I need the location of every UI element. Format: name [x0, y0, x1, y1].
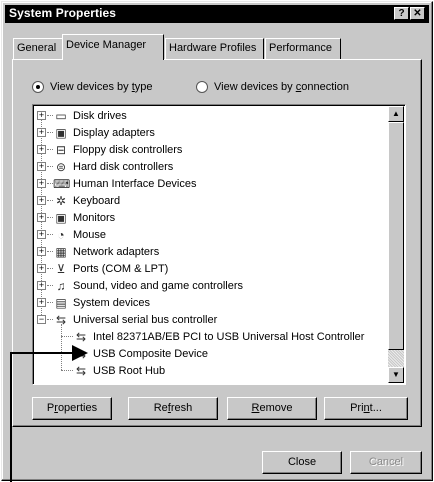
expand-toggle-icon[interactable]: +	[37, 281, 46, 290]
tab-performance-label: Performance	[269, 42, 332, 54]
disk-drive-icon: ▭	[55, 108, 67, 123]
expand-toggle-icon[interactable]: +	[37, 179, 46, 188]
tree-category-item[interactable]: ▣ Display adapters	[53, 124, 155, 141]
expand-toggle-icon[interactable]: +	[37, 196, 46, 205]
tree-category-label: Display adapters	[73, 126, 155, 139]
cancel-button[interactable]: Cancel	[350, 451, 422, 474]
tab-performance[interactable]: Performance	[265, 38, 341, 59]
tree-device-item[interactable]: ⇆ USB Root Hub	[73, 362, 165, 379]
tree-category-label: Disk drives	[73, 109, 127, 122]
title-bar[interactable]: System Properties ? ✕	[5, 5, 429, 23]
tree-category-label: System devices	[73, 296, 151, 309]
tree-scrollbar[interactable]: ▲ ▼	[388, 106, 404, 383]
tree-category-item[interactable]: ▤ System devices	[53, 294, 150, 311]
tree-category-item[interactable]: ⊜ Hard disk controllers	[53, 158, 173, 175]
radio-selected-indicator	[32, 81, 44, 93]
expand-toggle-icon[interactable]: +	[37, 162, 46, 171]
tree-category-label: Network adapters	[73, 245, 160, 258]
mouse-icon: ◔	[57, 227, 65, 242]
expand-toggle-icon[interactable]: −	[37, 315, 46, 324]
hid-icon: ⌨	[53, 176, 71, 191]
close-button[interactable]: Close	[262, 451, 342, 474]
view-by-type-label: View devices by type	[50, 81, 153, 93]
device-tree[interactable]: + ▭ Disk drives + ▣ Display adapters + ⊟…	[32, 104, 406, 385]
sound-icon: ♫	[56, 278, 66, 293]
system-devices-icon: ▤	[55, 295, 67, 310]
tree-category-item[interactable]: ▣ Monitors	[53, 209, 115, 226]
tree-category-label: Universal serial bus controller	[73, 313, 218, 326]
tree-category-label: Monitors	[73, 211, 116, 224]
scroll-down-button[interactable]: ▼	[388, 367, 404, 383]
window-title: System Properties	[9, 6, 117, 20]
tree-category-item[interactable]: ▭ Disk drives	[53, 107, 127, 124]
tree-category-label: Mouse	[73, 228, 107, 241]
tab-device-manager-label: Device Manager	[66, 39, 147, 51]
tree-category-item[interactable]: ⌨ Human Interface Devices	[53, 175, 197, 192]
floppy-controller-icon: ⊟	[55, 142, 67, 157]
port-icon: ⊻	[56, 261, 66, 276]
expand-toggle-icon[interactable]: +	[37, 230, 46, 239]
tree-branch-line	[61, 336, 73, 337]
expand-toggle-icon[interactable]: +	[37, 128, 46, 137]
tree-category-label: Floppy disk controllers	[73, 143, 183, 156]
expand-toggle-icon[interactable]: +	[37, 298, 46, 307]
view-by-type-radio[interactable]: View devices by type	[32, 81, 153, 93]
expand-toggle-icon[interactable]: +	[37, 247, 46, 256]
remove-button[interactable]: Remove	[227, 397, 317, 420]
help-button[interactable]: ?	[394, 7, 409, 20]
view-by-connection-label: View devices by connection	[214, 81, 349, 93]
network-adapter-icon: ▦	[55, 244, 67, 259]
tree-device-label: Intel 82371AB/EB PCI to USB Universal Ho…	[93, 330, 365, 343]
tree-category-item[interactable]: ♫ Sound, video and game controllers	[53, 277, 244, 294]
expand-toggle-icon[interactable]: +	[37, 264, 46, 273]
monitor-icon: ▣	[55, 125, 67, 140]
tab-general-label: General	[17, 42, 57, 54]
expand-toggle-icon[interactable]: +	[37, 111, 46, 120]
scroll-up-button[interactable]: ▲	[388, 106, 404, 122]
print-button[interactable]: Print...	[324, 397, 408, 420]
tree-device-item[interactable]: ⇆ USB Composite Device	[73, 345, 208, 362]
callout-line-horizontal	[10, 352, 74, 354]
tree-category-item[interactable]: ✲ Keyboard	[53, 192, 120, 209]
callout-line-vertical	[10, 352, 12, 482]
expand-toggle-icon[interactable]: +	[37, 145, 46, 154]
tree-branch-line	[61, 370, 73, 371]
radio-unselected-indicator	[196, 81, 208, 93]
view-by-connection-radio[interactable]: View devices by connection	[196, 81, 349, 93]
tree-category-item[interactable]: ◔ Mouse	[53, 226, 106, 243]
tree-category-item[interactable]: ▦ Network adapters	[53, 243, 159, 260]
tree-device-label: USB Composite Device	[93, 347, 208, 360]
scroll-thumb[interactable]	[388, 122, 404, 350]
usb-icon: ⇆	[75, 363, 87, 378]
tree-device-item[interactable]: ⇆ Intel 82371AB/EB PCI to USB Universal …	[73, 328, 365, 345]
monitor-icon: ▣	[55, 210, 67, 225]
expand-toggle-icon[interactable]: +	[37, 213, 46, 222]
tree-category-label: Keyboard	[73, 194, 121, 207]
properties-button[interactable]: Properties	[32, 397, 112, 420]
refresh-button[interactable]: Refresh	[128, 397, 218, 420]
tree-category-label: Sound, video and game controllers	[73, 279, 243, 292]
tab-hardware-profiles-label: Hardware Profiles	[169, 42, 257, 54]
tab-general[interactable]: General	[13, 38, 63, 59]
tree-device-label: USB Root Hub	[93, 364, 166, 377]
tab-device-manager[interactable]: Device Manager	[62, 34, 164, 60]
tree-category-label: Human Interface Devices	[73, 177, 197, 190]
tree-category-item[interactable]: ⊻ Ports (COM & LPT)	[53, 260, 169, 277]
callout-arrow-icon	[72, 345, 88, 361]
tree-category-label: Hard disk controllers	[73, 160, 174, 173]
tree-category-label: Ports (COM & LPT)	[73, 262, 169, 275]
close-window-button[interactable]: ✕	[410, 7, 425, 20]
tab-hardware-profiles[interactable]: Hardware Profiles	[165, 38, 264, 59]
tree-connector-line	[61, 324, 62, 370]
keyboard-icon: ✲	[55, 193, 67, 208]
usb-icon: ⇆	[75, 329, 87, 344]
hard-disk-controller-icon: ⊜	[55, 159, 67, 174]
tree-category-item[interactable]: ⊟ Floppy disk controllers	[53, 141, 182, 158]
tree-category-item[interactable]: ⇆ Universal serial bus controller	[53, 311, 217, 328]
